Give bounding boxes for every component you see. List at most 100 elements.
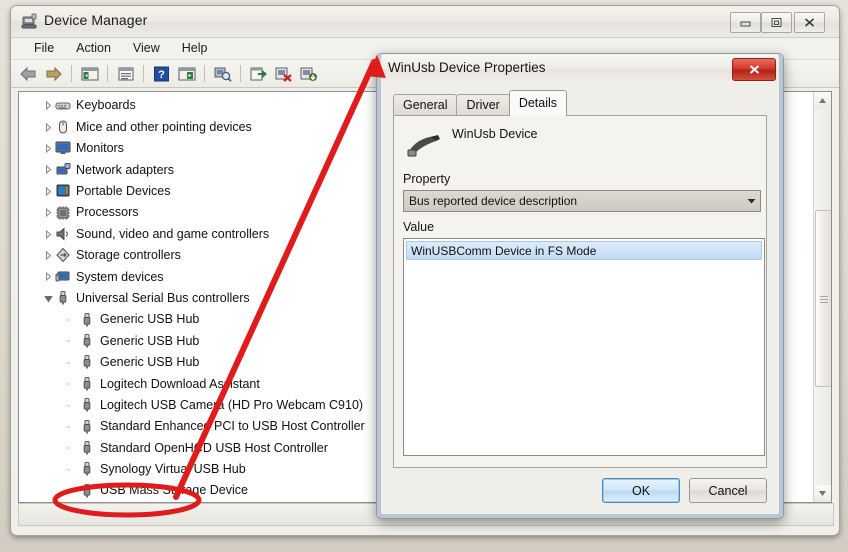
usb-icon xyxy=(79,419,95,435)
cancel-button[interactable]: Cancel xyxy=(689,478,767,503)
network-icon xyxy=(55,162,71,178)
close-icon xyxy=(804,18,815,27)
speaker-icon xyxy=(55,226,71,242)
tree-connector-icon xyxy=(67,442,78,453)
usb-icon xyxy=(79,354,95,370)
tree-item-label: Storage controllers xyxy=(76,248,181,263)
minimize-icon xyxy=(740,21,751,27)
mouse-icon xyxy=(55,119,71,135)
property-dropdown[interactable]: Bus reported device description xyxy=(403,190,761,212)
tree-item-label: Keyboards xyxy=(76,98,136,113)
tree-item-label: Generic USB Hub xyxy=(100,312,200,327)
usb-icon xyxy=(79,440,95,456)
tree-connector-icon xyxy=(67,357,78,368)
device-name-label: WinUsb Device xyxy=(452,127,538,141)
window-title: Device Manager xyxy=(44,12,148,28)
scan-for-hardware-changes-icon[interactable] xyxy=(175,63,198,85)
back-arrow-icon[interactable] xyxy=(17,63,40,85)
collapse-arrow-icon[interactable] xyxy=(43,122,54,133)
winusb-device-properties-dialog: WinUsb Device Properties General Driver … xyxy=(376,53,784,519)
usb-icon xyxy=(79,312,95,328)
maximize-icon xyxy=(771,18,782,27)
collapse-arrow-icon[interactable] xyxy=(43,143,54,154)
tree-connector-icon xyxy=(67,464,78,475)
toolbar-separator xyxy=(71,65,72,82)
details-tab-panel: WinUsb Device Property Bus reported devi… xyxy=(393,115,767,468)
tree-item-label: Network adapters xyxy=(76,162,174,177)
properties-icon[interactable] xyxy=(114,63,137,85)
property-label: Property xyxy=(403,172,451,186)
tree-scrollbar[interactable] xyxy=(813,92,831,502)
tree-item-label: Monitors xyxy=(76,141,124,156)
monitor-icon xyxy=(55,140,71,156)
collapse-arrow-icon[interactable] xyxy=(43,229,54,240)
update-driver-icon[interactable] xyxy=(247,63,270,85)
dialog-body: General Driver Details WinUsb Device Pro… xyxy=(381,84,779,514)
dialog-button-row: OK Cancel xyxy=(602,478,767,503)
toolbar-separator xyxy=(240,65,241,82)
device-manager-icon xyxy=(21,13,38,30)
tree-item-label: Standard Enhanced PCI to USB Host Contro… xyxy=(100,419,365,434)
close-icon xyxy=(749,65,759,74)
usb-icon xyxy=(79,333,95,349)
tab-general[interactable]: General xyxy=(393,94,458,116)
collapse-arrow-icon[interactable] xyxy=(43,164,54,175)
tree-item-label: Generic USB Hub xyxy=(100,355,200,370)
show-hide-console-tree-icon[interactable] xyxy=(78,63,101,85)
menu-action[interactable]: Action xyxy=(66,40,121,57)
usb-plug-icon xyxy=(406,133,444,161)
tree-item-label: Portable Devices xyxy=(76,184,171,198)
tab-driver[interactable]: Driver xyxy=(456,94,510,116)
tree-connector-icon xyxy=(67,485,78,496)
maximize-button[interactable] xyxy=(761,12,792,33)
scrollbar-grip-icon xyxy=(819,295,828,303)
tree-item-label: Synology Virtual USB Hub xyxy=(100,462,246,477)
tree-item-label: Generic USB Hub xyxy=(100,333,200,348)
usb-icon xyxy=(55,290,71,306)
tab-details[interactable]: Details xyxy=(508,90,568,116)
menu-file[interactable]: File xyxy=(24,40,64,57)
toolbar-separator xyxy=(107,65,108,82)
toolbar-separator xyxy=(204,65,205,82)
tree-item-label: Standard OpenHCD USB Host Controller xyxy=(100,440,328,455)
tree-connector-icon xyxy=(67,314,78,325)
help-icon[interactable]: ? xyxy=(150,63,173,85)
tree-item-label: USB Mass Storage Device xyxy=(100,483,248,498)
scroll-up-arrow-icon[interactable] xyxy=(814,92,831,109)
chevron-down-icon[interactable] xyxy=(742,191,760,211)
enable-device-icon[interactable] xyxy=(297,63,320,85)
tree-item-label: Logitech USB Camera (HD Pro Webcam C910) xyxy=(100,397,364,412)
device-manager-titlebar: Device Manager xyxy=(11,6,839,38)
collapse-arrow-icon[interactable] xyxy=(43,250,54,261)
search-device-icon[interactable] xyxy=(211,63,234,85)
close-button[interactable] xyxy=(794,12,825,33)
expand-arrow-icon[interactable] xyxy=(43,293,54,304)
usb-icon xyxy=(79,461,95,477)
collapse-arrow-icon[interactable] xyxy=(43,100,54,111)
tree-item-label: System devices xyxy=(76,269,164,284)
tree-item-label: Mice and other pointing devices xyxy=(76,119,252,134)
scrollbar-thumb[interactable] xyxy=(815,210,831,387)
tree-item-label: Logitech Download Assistant xyxy=(100,376,260,391)
tree-connector-icon xyxy=(67,378,78,389)
dialog-title: WinUsb Device Properties xyxy=(388,60,546,75)
tree-connector-icon xyxy=(67,335,78,346)
value-listbox[interactable]: WinUSBComm Device in FS Mode xyxy=(403,238,765,456)
processor-icon xyxy=(55,205,71,221)
collapse-arrow-icon[interactable] xyxy=(43,271,54,282)
menu-help[interactable]: Help xyxy=(172,40,218,57)
screenshot-root: Device Manager File Action View Help ? K… xyxy=(0,0,848,552)
value-list-item-selected[interactable]: WinUSBComm Device in FS Mode xyxy=(406,241,762,260)
collapse-arrow-icon[interactable] xyxy=(43,186,54,197)
forward-arrow-icon[interactable] xyxy=(42,63,65,85)
toolbar-separator xyxy=(143,65,144,82)
minimize-button[interactable] xyxy=(730,12,761,33)
dialog-close-button[interactable] xyxy=(732,58,776,81)
collapse-arrow-icon[interactable] xyxy=(43,207,54,218)
ok-button[interactable]: OK xyxy=(602,478,680,503)
value-label: Value xyxy=(403,220,435,234)
scroll-down-arrow-icon[interactable] xyxy=(814,485,831,502)
property-dropdown-value: Bus reported device description xyxy=(409,194,578,208)
disable-device-icon[interactable] xyxy=(272,63,295,85)
menu-view[interactable]: View xyxy=(123,40,170,57)
